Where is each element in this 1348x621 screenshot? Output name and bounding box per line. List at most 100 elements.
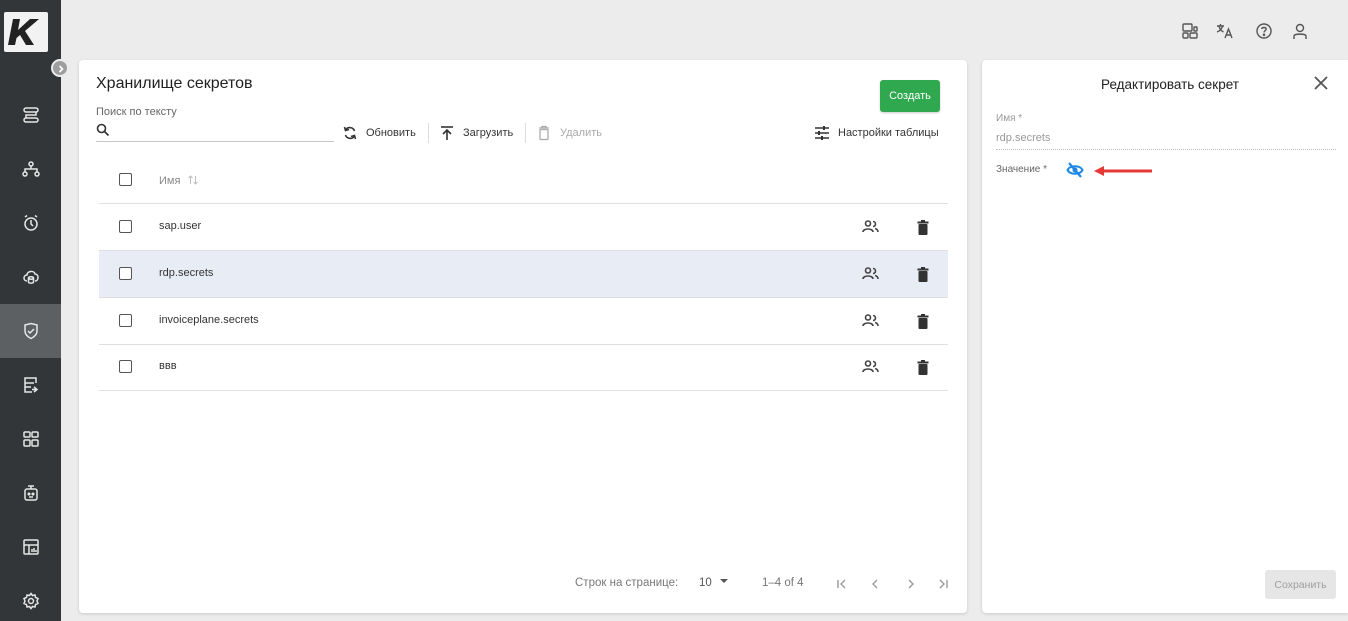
annotation-arrow	[1092, 164, 1154, 182]
help-icon	[1256, 23, 1272, 39]
people-icon	[862, 360, 879, 373]
chevron-left-icon	[872, 579, 878, 589]
sidebar-item-secrets[interactable]	[0, 304, 61, 358]
people-icon	[862, 314, 879, 327]
trash-icon	[917, 359, 929, 375]
cloud-database-icon	[22, 270, 39, 284]
sidebar-item-hierarchy[interactable]	[0, 142, 61, 196]
search-input[interactable]	[116, 120, 331, 140]
flow-icon	[22, 107, 39, 123]
refresh-label: Обновить	[366, 127, 416, 139]
settings-icon	[22, 592, 39, 610]
rows-per-page-value: 10	[699, 577, 712, 589]
close-icon	[1314, 76, 1328, 90]
table-header: Имя	[99, 157, 948, 204]
app-logo[interactable]	[4, 12, 48, 52]
rows-per-page-select[interactable]: 10	[699, 577, 729, 589]
first-page-button[interactable]	[835, 577, 849, 591]
trash-icon	[917, 313, 929, 329]
eye-off-icon	[1066, 162, 1084, 178]
delete-button[interactable]: Удалить	[536, 123, 602, 143]
upload-icon	[441, 126, 453, 140]
upload-button[interactable]: Загрузить	[439, 123, 513, 143]
permissions-button[interactable]	[862, 218, 880, 236]
layout-icon	[1182, 23, 1198, 39]
sidebar-item-flows[interactable]	[0, 88, 61, 142]
trash-icon	[539, 125, 549, 141]
delete-label: Удалить	[560, 127, 602, 139]
trash-icon	[917, 266, 929, 282]
row-checkbox[interactable]	[119, 267, 132, 280]
delete-row-button[interactable]	[914, 265, 932, 283]
page-title: Хранилище секретов	[96, 75, 253, 92]
previous-page-button[interactable]	[868, 577, 882, 591]
select-all-checkbox[interactable]	[119, 173, 132, 186]
alarm-icon	[23, 214, 38, 231]
sidebar-item-settings[interactable]	[0, 574, 61, 621]
pagination-range: 1–4 of 4	[762, 577, 804, 589]
row-checkbox[interactable]	[119, 220, 132, 233]
first-page-icon	[837, 579, 846, 589]
name-field-label: Имя *	[996, 113, 1023, 124]
help-button[interactable]	[1253, 20, 1275, 42]
sidebar-item-dashboard[interactable]	[0, 412, 61, 466]
value-field-label: Значение *	[996, 164, 1048, 175]
column-header-name[interactable]: Имя	[159, 174, 199, 187]
translate-button[interactable]	[1214, 20, 1236, 42]
secret-name: sap.user	[159, 220, 202, 232]
rows-per-page-label: Строк на странице:	[575, 577, 679, 589]
refresh-button[interactable]: Обновить	[342, 123, 416, 143]
tune-icon	[815, 126, 829, 140]
secrets-card: Хранилище секретов Создать Поиск по текс…	[79, 60, 967, 613]
table-row[interactable]: sap.user	[99, 204, 948, 251]
delete-row-button[interactable]	[914, 358, 932, 376]
upload-label: Загрузить	[463, 127, 514, 139]
toolbar-divider	[428, 123, 429, 143]
table-settings-label: Настройки таблицы	[838, 127, 939, 139]
sidebar	[0, 0, 61, 621]
permissions-button[interactable]	[862, 265, 880, 283]
last-page-button[interactable]	[936, 577, 950, 591]
table-row[interactable]: rdp.secrets	[99, 251, 948, 298]
people-icon	[862, 220, 879, 233]
shield-check-icon	[23, 322, 38, 340]
arrow-left-icon	[1094, 166, 1152, 176]
sidebar-expand-button[interactable]	[51, 59, 69, 77]
edit-panel-title: Редактировать секрет	[1101, 77, 1239, 92]
name-field: rdp.secrets	[996, 126, 1336, 150]
delete-row-button[interactable]	[914, 312, 932, 330]
row-checkbox[interactable]	[119, 314, 132, 327]
robot-icon	[23, 485, 38, 501]
secret-name: rdp.secrets	[159, 267, 214, 279]
sidebar-item-export[interactable]	[0, 358, 61, 412]
secret-name: ввв	[159, 360, 177, 372]
table-row[interactable]: invoiceplane.secrets	[99, 298, 948, 345]
next-page-button[interactable]	[904, 577, 918, 591]
sidebar-item-schedule[interactable]	[0, 196, 61, 250]
report-icon	[22, 539, 39, 555]
delete-row-button[interactable]	[914, 218, 932, 236]
table-settings-button[interactable]: Настройки таблицы	[814, 123, 939, 143]
table-row[interactable]: ввв	[99, 344, 948, 391]
dashboard-icon	[22, 431, 39, 447]
user-button[interactable]	[1289, 20, 1311, 42]
sort-icon	[187, 175, 198, 185]
row-checkbox[interactable]	[119, 360, 132, 373]
sidebar-item-storage[interactable]	[0, 250, 61, 304]
edit-secret-panel: Редактировать секрет Имя * rdp.secrets З…	[982, 60, 1348, 613]
create-button[interactable]: Создать	[880, 80, 940, 112]
toolbar-divider	[525, 123, 526, 143]
sidebar-item-reports[interactable]	[0, 520, 61, 574]
permissions-button[interactable]	[862, 358, 880, 376]
search-field	[96, 120, 334, 142]
save-button[interactable]: Сохранить	[1265, 570, 1336, 599]
search-icon	[96, 123, 110, 137]
user-icon	[1293, 23, 1307, 39]
close-button[interactable]	[1312, 74, 1332, 94]
permissions-button[interactable]	[862, 312, 880, 330]
sidebar-item-robots[interactable]	[0, 466, 61, 520]
layout-button[interactable]	[1179, 20, 1201, 42]
toggle-visibility-button[interactable]	[1066, 161, 1084, 179]
chevron-right-icon	[58, 65, 64, 73]
database-export-icon	[23, 377, 38, 393]
